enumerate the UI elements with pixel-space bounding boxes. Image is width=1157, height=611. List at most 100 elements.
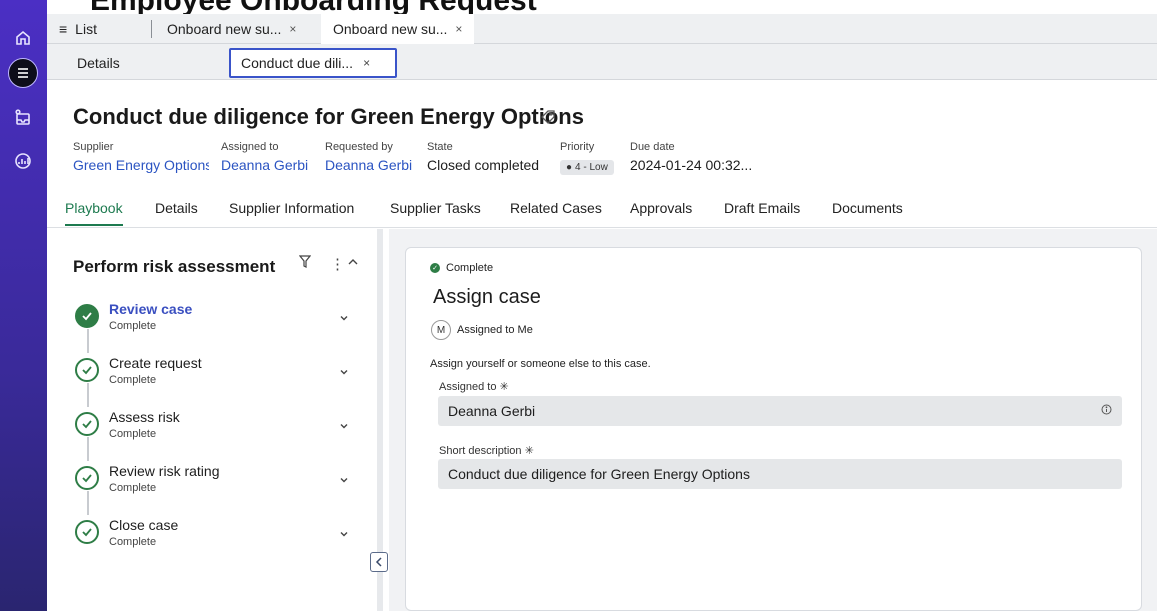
step-name: Review case bbox=[109, 301, 193, 317]
due-date-value: 2024-01-24 00:32... bbox=[630, 157, 753, 173]
field-requested-by: Requested by Deanna Gerbi bbox=[325, 141, 412, 173]
close-icon[interactable]: × bbox=[289, 22, 296, 36]
check-icon: ✓ bbox=[430, 263, 440, 273]
field-label: State bbox=[427, 141, 453, 153]
filter-icon[interactable] bbox=[298, 255, 312, 273]
check-circle-icon bbox=[75, 304, 99, 328]
check-circle-icon bbox=[75, 466, 99, 490]
step-name: Close case bbox=[109, 517, 179, 533]
field-due-date: Due date 2024-01-24 00:32... bbox=[630, 141, 752, 173]
subtab-details[interactable]: Details bbox=[67, 48, 130, 78]
step-status: Complete bbox=[109, 482, 157, 494]
required-icon: ✳ bbox=[524, 445, 534, 457]
tab-draft-emails[interactable]: Draft Emails bbox=[724, 200, 800, 226]
label-text: Short description bbox=[439, 445, 522, 457]
field-supplier: Supplier Green Energy Options bbox=[73, 141, 209, 173]
playbook-title: Perform risk assessment bbox=[73, 257, 276, 276]
record-tabs: Playbook Details Supplier Information Su… bbox=[47, 194, 1157, 228]
playbook-step-review-case[interactable]: Review case Complete bbox=[73, 301, 373, 345]
more-options-icon[interactable]: ⋮ bbox=[330, 255, 345, 273]
activity-status: ✓ Complete bbox=[430, 262, 493, 274]
field-state: State Closed completed bbox=[427, 141, 539, 173]
step-status: Complete bbox=[109, 320, 157, 332]
avatar: M bbox=[431, 320, 451, 340]
chevron-down-icon[interactable] bbox=[339, 310, 349, 328]
tab-divider bbox=[151, 20, 152, 38]
playbook-panel: Perform risk assessment ⋮ Review case Co… bbox=[57, 229, 383, 611]
home-icon[interactable] bbox=[8, 23, 38, 53]
assigned-to-me-chip: M Assigned to Me bbox=[431, 320, 533, 340]
tab-label: List bbox=[75, 21, 97, 37]
priority-value: ● 4 - Low bbox=[560, 157, 614, 175]
info-icon[interactable] bbox=[1101, 404, 1112, 418]
tab-documents[interactable]: Documents bbox=[832, 200, 903, 226]
list-nav-icon[interactable] bbox=[8, 58, 38, 88]
field-assigned-to: Assigned to Deanna Gerbi bbox=[221, 141, 308, 173]
requested-by-link[interactable]: Deanna Gerbi bbox=[325, 157, 412, 173]
collapse-panel-button[interactable] bbox=[370, 552, 388, 572]
check-circle-icon bbox=[75, 358, 99, 382]
tab-list[interactable]: ≡ List bbox=[47, 14, 109, 44]
priority-dot-icon: ● bbox=[566, 162, 573, 173]
state-value: Closed completed bbox=[427, 157, 540, 173]
check-circle-icon bbox=[75, 520, 99, 544]
subtab-conduct-due-diligence[interactable]: Conduct due dili... × bbox=[229, 48, 397, 78]
field-label: Priority bbox=[560, 141, 595, 153]
label-text: Assigned to bbox=[439, 381, 497, 393]
tab-approvals[interactable]: Approvals bbox=[630, 200, 692, 226]
chevron-left-icon bbox=[375, 557, 382, 567]
assigned-to-field[interactable]: Deanna Gerbi bbox=[438, 396, 1122, 426]
tab-label: Onboard new su... bbox=[333, 21, 448, 37]
tab-onboard-2[interactable]: Onboard new su... × bbox=[321, 14, 475, 44]
field-label: Supplier bbox=[73, 141, 114, 153]
record-title: Conduct due diligence for Green Energy O… bbox=[73, 104, 584, 129]
chevron-down-icon[interactable] bbox=[339, 418, 349, 436]
activity-card: ✓ Complete Assign case M Assigned to Me … bbox=[405, 247, 1142, 611]
tab-playbook[interactable]: Playbook bbox=[65, 200, 123, 226]
tab-supplier-information[interactable]: Supplier Information bbox=[229, 200, 354, 226]
step-status: Complete bbox=[109, 536, 157, 548]
close-icon[interactable]: × bbox=[363, 56, 370, 70]
step-name: Review risk rating bbox=[109, 463, 220, 479]
step-name: Assess risk bbox=[109, 409, 180, 425]
close-icon[interactable]: × bbox=[455, 22, 462, 36]
tab-label: Onboard new su... bbox=[167, 21, 282, 37]
priority-text: 4 - Low bbox=[575, 162, 608, 173]
short-description-field[interactable]: Conduct due diligence for Green Energy O… bbox=[438, 459, 1122, 489]
playbook-step-create-request[interactable]: Create request Complete bbox=[73, 355, 373, 399]
assigned-to-field-label: Assigned to ✳ bbox=[439, 380, 509, 393]
step-status: Complete bbox=[109, 374, 157, 386]
short-description-value: Conduct due diligence for Green Energy O… bbox=[448, 466, 750, 482]
field-label: Requested by bbox=[325, 141, 393, 153]
playbook-step-review-risk-rating[interactable]: Review risk rating Complete bbox=[73, 463, 373, 507]
activity-instruction: Assign yourself or someone else to this … bbox=[430, 358, 651, 370]
chevron-down-icon[interactable] bbox=[339, 526, 349, 544]
playbook-step-assess-risk[interactable]: Assess risk Complete bbox=[73, 409, 373, 453]
subtab-label: Conduct due dili... bbox=[241, 55, 354, 71]
supplier-link[interactable]: Green Energy Options bbox=[73, 157, 209, 173]
chevron-down-icon[interactable] bbox=[339, 472, 349, 490]
playbook-step-close-case[interactable]: Close case Complete bbox=[73, 517, 373, 561]
tab-supplier-tasks[interactable]: Supplier Tasks bbox=[390, 200, 481, 226]
tag-icon[interactable] bbox=[541, 110, 555, 129]
required-icon: ✳ bbox=[499, 381, 509, 393]
record-subtab-bar: Details Conduct due dili... × bbox=[47, 44, 1157, 80]
tab-details[interactable]: Details bbox=[155, 200, 198, 226]
field-priority: Priority ● 4 - Low bbox=[560, 141, 614, 175]
assigned-to-link[interactable]: Deanna Gerbi bbox=[221, 157, 308, 173]
chevron-down-icon[interactable] bbox=[339, 364, 349, 382]
check-circle-icon bbox=[75, 412, 99, 436]
field-label: Assigned to bbox=[221, 141, 279, 153]
step-status: Complete bbox=[109, 428, 157, 440]
tab-onboard-1[interactable]: Onboard new su... × bbox=[155, 14, 308, 44]
tab-related-cases[interactable]: Related Cases bbox=[510, 200, 602, 226]
analytics-icon[interactable] bbox=[8, 146, 38, 176]
hamburger-icon: ≡ bbox=[59, 21, 68, 37]
inbox-icon[interactable] bbox=[8, 103, 38, 133]
workspace-tab-bar: ≡ List Onboard new su... × Onboard new s… bbox=[47, 14, 1157, 44]
chevron-up-icon[interactable] bbox=[347, 255, 359, 272]
app-root: Employee Onboarding Request ≡ List Onboa… bbox=[0, 0, 1157, 611]
left-nav-rail bbox=[0, 0, 47, 611]
field-label: Due date bbox=[630, 141, 675, 153]
assigned-to-value: Deanna Gerbi bbox=[448, 403, 536, 419]
